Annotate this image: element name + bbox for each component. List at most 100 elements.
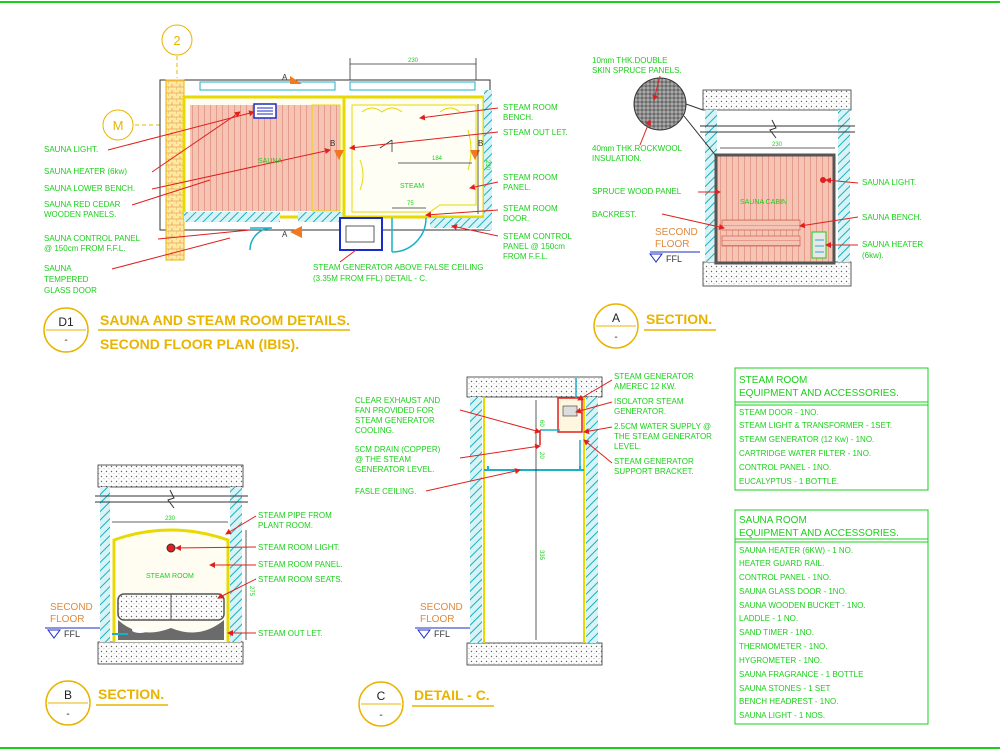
svg-text:275: 275 bbox=[248, 586, 254, 597]
svg-text:-: - bbox=[66, 709, 69, 720]
plan-wall-top-2 bbox=[349, 81, 476, 91]
steam-room-label: STEAM bbox=[400, 183, 424, 190]
svg-text:A: A bbox=[282, 73, 288, 82]
svg-text:SAUNA GLASS DOOR - 1NO.: SAUNA GLASS DOOR - 1NO. bbox=[739, 587, 847, 596]
svg-text:AMEREC 12 KW.: AMEREC 12 KW. bbox=[614, 382, 676, 391]
svg-text:-: - bbox=[64, 335, 67, 346]
svg-text:@ THE STEAM: @ THE STEAM bbox=[355, 455, 411, 464]
svg-text:FAN PROVIDED FOR: FAN PROVIDED FOR bbox=[355, 406, 434, 415]
section-marker-a-bottom: A bbox=[282, 226, 302, 239]
svg-text:STEAM GENERATOR: STEAM GENERATOR bbox=[614, 372, 694, 381]
svg-text:STEAM LIGHT & TRANSFORMER - 1S: STEAM LIGHT & TRANSFORMER - 1SET. bbox=[739, 421, 892, 430]
svg-text:(6kw).: (6kw). bbox=[862, 251, 884, 260]
section-a: 230 SAUNA CABIN SECOND FLOOR FFL 10mm TH… bbox=[592, 56, 923, 287]
svg-text:184: 184 bbox=[432, 156, 443, 162]
sauna-bench bbox=[311, 104, 341, 212]
svg-text:THERMOMETER - 1NO.: THERMOMETER - 1NO. bbox=[739, 642, 827, 651]
label-cedar-2: WOODEN PANELS. bbox=[44, 210, 116, 219]
svg-text:B: B bbox=[64, 688, 72, 702]
plan-right-labels: STEAM ROOM BENCH. STEAM OUT LET. STEAM R… bbox=[503, 103, 572, 261]
svg-text:HYGROMETER - 1NO.: HYGROMETER - 1NO. bbox=[739, 656, 822, 665]
grid-bubble-m-label: M bbox=[113, 118, 124, 133]
svg-text:B: B bbox=[330, 139, 335, 148]
plan-left-labels: SAUNA LIGHT. SAUNA HEATER (6kw) SAUNA LO… bbox=[44, 145, 141, 295]
svg-text:SKIN SPRUCE PANELS.: SKIN SPRUCE PANELS. bbox=[592, 66, 682, 75]
svg-text:SAUNA HEATER (6KW) - 1 NO.: SAUNA HEATER (6KW) - 1 NO. bbox=[739, 546, 853, 555]
svg-text:PANEL @ 150cm: PANEL @ 150cm bbox=[503, 242, 565, 251]
svg-text:230: 230 bbox=[484, 160, 490, 171]
svg-text:SAND TIMER - 1NO.: SAND TIMER - 1NO. bbox=[739, 628, 814, 637]
svg-text:STEAM ROOM PANEL.: STEAM ROOM PANEL. bbox=[258, 560, 343, 569]
false-ceiling bbox=[484, 466, 584, 471]
svg-text:ISOLATOR STEAM: ISOLATOR STEAM bbox=[614, 397, 684, 406]
svg-text:-: - bbox=[379, 710, 382, 721]
svg-text:SAUNA LIGHT - 1 NOS.: SAUNA LIGHT - 1 NOS. bbox=[739, 711, 825, 720]
svg-text:COOLING.: COOLING. bbox=[355, 426, 394, 435]
svg-text:SAUNA HEATER: SAUNA HEATER bbox=[862, 240, 923, 249]
title-a: A - SECTION. bbox=[593, 303, 716, 349]
svg-text:SAUNA STONES - 1 SET: SAUNA STONES - 1 SET bbox=[739, 684, 831, 693]
svg-text:THE STEAM GENERATOR: THE STEAM GENERATOR bbox=[614, 432, 712, 441]
svg-text:5CM DRAIN (COPPER): 5CM DRAIN (COPPER) bbox=[355, 445, 441, 454]
svg-text:FFL: FFL bbox=[666, 254, 682, 264]
svg-text:INSULATION.: INSULATION. bbox=[592, 154, 642, 163]
svg-text:40mm THK.ROCKWOOL: 40mm THK.ROCKWOOL bbox=[592, 144, 683, 153]
svg-text:SAUNA ROOM: SAUNA ROOM bbox=[739, 515, 807, 526]
label-sauna-light: SAUNA LIGHT. bbox=[44, 145, 98, 154]
svg-text:BENCH HEADREST - 1NO.: BENCH HEADREST - 1NO. bbox=[739, 697, 838, 706]
svg-text:EQUIPMENT AND ACCESSORIES.: EQUIPMENT AND ACCESSORIES. bbox=[739, 388, 899, 399]
plan-brick-wall bbox=[165, 79, 185, 261]
svg-text:2.5CM WATER SUPPLY @: 2.5CM WATER SUPPLY @ bbox=[614, 422, 711, 431]
label-control-1: SAUNA CONTROL PANEL bbox=[44, 234, 141, 243]
svg-text:-: - bbox=[614, 332, 617, 343]
title-d1-line1: SAUNA AND STEAM ROOM DETAILS. bbox=[100, 312, 350, 328]
svg-text:D1: D1 bbox=[58, 315, 74, 329]
svg-text:FROM F.F.L.: FROM F.F.L. bbox=[503, 252, 548, 261]
svg-text:DETAIL - C.: DETAIL - C. bbox=[414, 687, 490, 703]
title-c: C - DETAIL - C. bbox=[358, 681, 494, 727]
grid-bubble-2-label: 2 bbox=[173, 33, 180, 48]
svg-text:STEAM ROOM: STEAM ROOM bbox=[503, 103, 558, 112]
section-b: 230 275 STEAM ROOM SECOND FLOOR FFL STEA… bbox=[45, 464, 343, 665]
svg-text:STEAM CONTROL: STEAM CONTROL bbox=[503, 232, 572, 241]
grid-bubble-m: M bbox=[102, 109, 160, 141]
plan-wall-top bbox=[199, 81, 336, 91]
svg-text:SECOND: SECOND bbox=[420, 602, 463, 613]
svg-text:SPRUCE WOOD PANEL: SPRUCE WOOD PANEL bbox=[592, 187, 682, 196]
svg-text:PLANT ROOM.: PLANT ROOM. bbox=[258, 521, 313, 530]
svg-text:SAUNA WOODEN BUCKET - 1NO.: SAUNA WOODEN BUCKET - 1NO. bbox=[739, 601, 866, 610]
svg-text:LADDLE - 1 NO.: LADDLE - 1 NO. bbox=[739, 614, 798, 623]
svg-text:FLOOR: FLOOR bbox=[420, 614, 454, 625]
svg-text:STEAM GENERATOR (12 Kw) - 1NO.: STEAM GENERATOR (12 Kw) - 1NO. bbox=[739, 435, 874, 444]
svg-text:SAUNA FRAGRANCE - 1 BOTTLE: SAUNA FRAGRANCE - 1 BOTTLE bbox=[739, 670, 863, 679]
plan-bottom-labels: STEAM GENERATOR ABOVE FALSE CEILING (3.3… bbox=[313, 263, 483, 283]
sauna-equipment-table: SAUNA ROOM EQUIPMENT AND ACCESSORIES. SA… bbox=[734, 509, 929, 725]
sauna-cabin-label: SAUNA CABIN bbox=[740, 199, 787, 206]
svg-text:FLOOR: FLOOR bbox=[655, 239, 689, 250]
grid-bubble-2: 2 bbox=[161, 24, 193, 78]
svg-text:STEAM DOOR - 1NO.: STEAM DOOR - 1NO. bbox=[739, 408, 819, 417]
svg-text:FFL: FFL bbox=[434, 629, 450, 639]
svg-text:SECTION.: SECTION. bbox=[646, 311, 712, 327]
svg-text:CLEAR EXHAUST AND: CLEAR EXHAUST AND bbox=[355, 396, 440, 405]
svg-text:60: 60 bbox=[538, 420, 544, 427]
svg-text:(3.35M FROM FFL) DETAIL - C.: (3.35M FROM FFL) DETAIL - C. bbox=[313, 274, 427, 283]
plan-wall-bottom bbox=[184, 212, 280, 222]
floor-plan: 2 M SAUNA STEAM A A B B 230 184 230 75 S… bbox=[44, 24, 572, 295]
svg-text:LEVEL.: LEVEL. bbox=[614, 442, 641, 451]
svg-text:SECOND: SECOND bbox=[50, 602, 93, 613]
svg-text:BENCH.: BENCH. bbox=[503, 113, 533, 122]
svg-text:STEAM GENERATOR: STEAM GENERATOR bbox=[355, 416, 435, 425]
svg-text:20: 20 bbox=[538, 452, 544, 459]
insulation-callout bbox=[633, 77, 687, 131]
svg-text:STEAM ROOM: STEAM ROOM bbox=[146, 573, 194, 580]
svg-text:PANEL.: PANEL. bbox=[503, 183, 531, 192]
svg-text:SUPPORT BRACKET.: SUPPORT BRACKET. bbox=[614, 467, 694, 476]
svg-text:SECTION.: SECTION. bbox=[98, 686, 164, 702]
label-door-2: TEMPERED bbox=[44, 275, 89, 284]
drawing-sheet: 2 M SAUNA STEAM A A B B 230 184 230 75 S… bbox=[0, 1, 1000, 749]
steam-door-swing bbox=[391, 217, 427, 253]
svg-text:SAUNA BENCH.: SAUNA BENCH. bbox=[862, 213, 922, 222]
svg-text:BACKREST.: BACKREST. bbox=[592, 210, 636, 219]
svg-text:STEAM PIPE FROM: STEAM PIPE FROM bbox=[258, 511, 332, 520]
